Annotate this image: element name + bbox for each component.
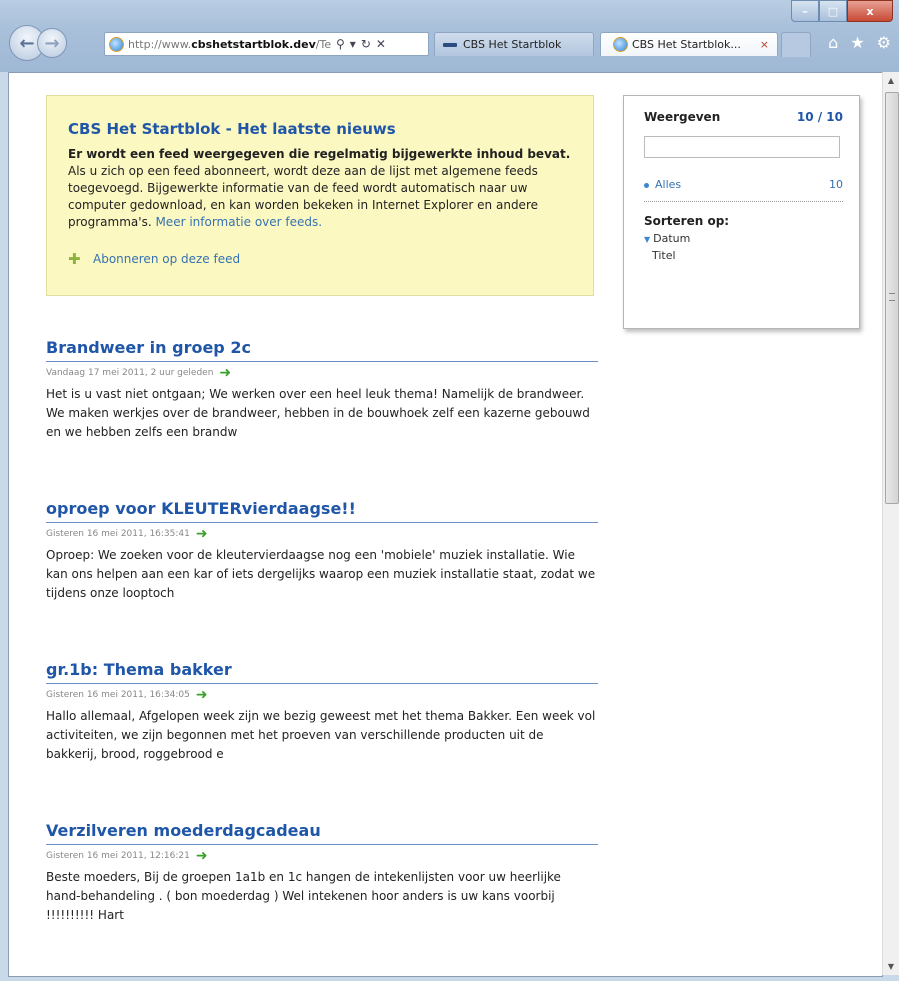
article-body: Het is u vast niet ontgaan; We werken ov…	[46, 387, 590, 439]
article-date: Gisteren 16 mei 2011, 16:34:05 ➜	[46, 687, 208, 703]
scroll-down-arrow-icon[interactable]: ▼	[883, 958, 899, 975]
scrollbar-grip-icon	[889, 293, 895, 301]
search-icon[interactable]: ⚲	[336, 37, 345, 51]
go-arrow-icon[interactable]: ➜	[219, 366, 231, 380]
sort-option-date[interactable]: ▼ Datum	[644, 232, 843, 245]
back-arrow-icon: ←	[19, 32, 35, 54]
article-title-link[interactable]: oproep voor KLEUTERvierdaagse!!	[46, 499, 598, 523]
browser-titlebar: – □ x ← → http://www.cbshetstartblok.dev…	[0, 0, 899, 72]
article-title-link[interactable]: gr.1b: Thema bakker	[46, 660, 598, 684]
display-row: Weergeven 10 / 10	[644, 110, 843, 124]
article-date: Gisteren 16 mei 2011, 16:35:41 ➜	[46, 526, 208, 542]
tools-gear-icon[interactable]: ⚙	[877, 33, 891, 52]
feed-tab-icon	[443, 42, 457, 47]
scroll-up-arrow-icon[interactable]: ▲	[883, 72, 899, 89]
new-tab-button[interactable]	[781, 32, 811, 57]
vertical-scrollbar[interactable]: ▲ ▼	[882, 72, 899, 975]
url-text[interactable]: http://www.cbshetstartblok.dev/Te	[128, 38, 333, 51]
feed-article: Brandweer in groep 2c Vandaag 17 mei 201…	[46, 338, 598, 442]
article-title-link[interactable]: Verzilveren moederdagcadeau	[46, 821, 598, 845]
address-tools: ⚲ ▾ ↻ ✕	[336, 37, 386, 51]
all-count: 10	[829, 178, 843, 191]
tab-feed-active[interactable]: CBS Het Startblok... ×	[600, 32, 778, 56]
forward-arrow-icon: →	[44, 32, 60, 54]
subscribe-label: Abonneren op deze feed	[93, 252, 241, 266]
feed-article: oproep voor KLEUTERvierdaagse!! Gisteren…	[46, 499, 598, 603]
more-info-link[interactable]: Meer informatie over feeds.	[155, 215, 322, 229]
feed-filter-panel: Weergeven 10 / 10 Alles 10 Sorteren op: …	[623, 95, 860, 329]
article-body: Oproep: We zoeken voor de kleutervierdaa…	[46, 548, 596, 600]
sort-label: Sorteren op:	[644, 214, 730, 228]
favorites-star-icon[interactable]: ★	[850, 33, 864, 52]
ie-favicon-icon	[109, 36, 124, 52]
go-arrow-icon[interactable]: ➜	[196, 527, 208, 541]
close-window-button[interactable]: x	[847, 0, 893, 22]
filter-input[interactable]	[644, 136, 840, 158]
display-count: 10 / 10	[796, 110, 843, 124]
display-label: Weergeven	[644, 110, 721, 124]
tab-label: CBS Het Startblok...	[632, 38, 741, 51]
bullet-icon	[644, 182, 649, 188]
filter-all-link[interactable]: Alles 10	[644, 178, 843, 191]
feed-header-box: CBS Het Startblok - Het laatste nieuws E…	[46, 95, 594, 296]
feed-article: Verzilveren moederdagcadeau Gisteren 16 …	[46, 821, 598, 925]
dropdown-icon[interactable]: ▾	[350, 37, 356, 51]
address-bar[interactable]: http://www.cbshetstartblok.dev/Te ⚲ ▾ ↻ …	[104, 32, 429, 56]
window-controls: – □ x	[791, 0, 893, 22]
page-viewport: CBS Het Startblok - Het laatste nieuws E…	[8, 72, 883, 977]
article-body: Hallo allemaal, Afgelopen week zijn we b…	[46, 709, 596, 761]
ie-favicon-icon	[613, 37, 628, 52]
tab-label: CBS Het Startblok	[463, 38, 562, 51]
refresh-icon[interactable]: ↻	[361, 37, 371, 51]
separator	[644, 201, 843, 202]
go-arrow-icon[interactable]: ➜	[196, 688, 208, 702]
feed-description: Er wordt een feed weergegeven die regelm…	[68, 147, 571, 229]
home-icon[interactable]: ⌂	[828, 33, 838, 52]
article-date: Gisteren 16 mei 2011, 12:16:21 ➜	[46, 848, 208, 864]
stop-icon[interactable]: ✕	[376, 37, 386, 51]
subscribe-link[interactable]: ✚ Abonneren op deze feed	[68, 249, 573, 268]
article-title-link[interactable]: Brandweer in groep 2c	[46, 338, 598, 362]
command-icons: ⌂ ★ ⚙	[828, 33, 891, 52]
tab-close-icon[interactable]: ×	[760, 38, 769, 51]
sort-option-title[interactable]: Titel	[644, 249, 843, 262]
sort-descending-icon: ▼	[644, 235, 651, 244]
go-arrow-icon[interactable]: ➜	[196, 849, 208, 863]
minimize-button[interactable]: –	[791, 0, 819, 22]
article-date: Vandaag 17 mei 2011, 2 uur geleden ➜	[46, 365, 232, 381]
forward-button[interactable]: →	[37, 28, 67, 58]
subscribe-icon: ✚	[68, 249, 81, 268]
tab-feed-page[interactable]: CBS Het Startblok	[434, 32, 594, 56]
feed-title: CBS Het Startblok - Het laatste nieuws	[68, 120, 396, 138]
maximize-button[interactable]: □	[819, 0, 847, 22]
article-body: Beste moeders, Bij de groepen 1a1b en 1c…	[46, 870, 561, 922]
scrollbar-thumb[interactable]	[885, 92, 899, 504]
feed-article: gr.1b: Thema bakker Gisteren 16 mei 2011…	[46, 660, 598, 764]
